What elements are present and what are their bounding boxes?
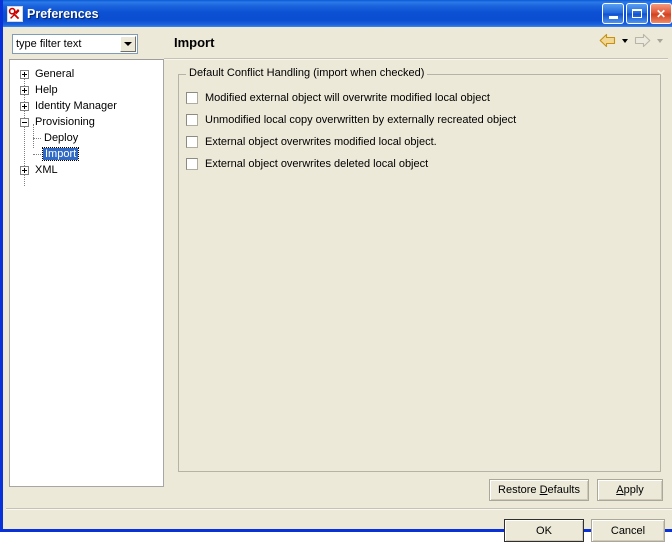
footer-divider-highlight	[6, 509, 672, 510]
ok-button[interactable]: OK	[504, 519, 584, 542]
minimize-icon	[609, 16, 618, 19]
checkbox-label: Unmodified local copy overwritten by ext…	[205, 114, 516, 126]
checkbox-row[interactable]: Modified external object will overwrite …	[186, 92, 490, 104]
close-icon: ✕	[656, 8, 666, 20]
title-bar-left: Preferences	[3, 6, 602, 22]
preferences-dialog: Preferences ✕ type filter text	[0, 0, 672, 532]
sidebar-item-label: Deploy	[44, 132, 78, 144]
cancel-button[interactable]: Cancel	[591, 519, 665, 542]
restore-defaults-label: Restore Defaults	[498, 484, 580, 496]
checkbox-external-overwrites-modified[interactable]	[186, 136, 198, 148]
sidebar-item-help[interactable]: Help	[10, 82, 163, 98]
sidebar-item-label: General	[35, 68, 74, 80]
minimize-button[interactable]	[602, 3, 624, 24]
apply-label: Apply	[616, 484, 644, 496]
sidebar-item-label: Import	[43, 148, 78, 160]
sidebar-item-xml[interactable]: XML	[10, 162, 163, 178]
left-pane: type filter text General	[9, 31, 161, 483]
expand-icon[interactable]	[20, 86, 29, 95]
sidebar-item-label: XML	[35, 164, 58, 176]
sidebar-item-identity-manager[interactable]: Identity Manager	[10, 98, 163, 114]
cancel-label: Cancel	[611, 525, 645, 537]
sidebar-item-label: Provisioning	[35, 116, 95, 128]
back-dropdown-icon[interactable]	[622, 39, 628, 43]
ok-label: OK	[536, 525, 552, 537]
sidebar-item-label: Help	[35, 84, 58, 96]
navigation-controls	[599, 33, 666, 48]
forward-dropdown-icon	[657, 39, 663, 43]
conflict-handling-groupbox	[178, 74, 661, 472]
filter-combo[interactable]: type filter text	[12, 34, 138, 54]
checkbox-label: External object overwrites deleted local…	[205, 158, 428, 170]
close-button[interactable]: ✕	[650, 3, 672, 24]
page-header: Import	[164, 27, 672, 58]
restore-defaults-button[interactable]: Restore Defaults	[489, 479, 589, 501]
chevron-down-icon[interactable]	[120, 36, 136, 52]
right-pane: Import	[164, 27, 672, 505]
preferences-tree[interactable]: General Help Identity Manager Provisioni…	[9, 59, 164, 487]
checkbox-modified-external-overwrite[interactable]	[186, 92, 198, 104]
checkbox-row[interactable]: Unmodified local copy overwritten by ext…	[186, 114, 516, 126]
back-arrow-icon[interactable]	[599, 33, 616, 48]
sidebar-item-deploy[interactable]: Deploy	[10, 130, 163, 146]
groupbox-title: Default Conflict Handling (import when c…	[186, 67, 427, 79]
maximize-button[interactable]	[626, 3, 648, 24]
sidebar-item-general[interactable]: General	[10, 66, 163, 82]
checkbox-label: Modified external object will overwrite …	[205, 92, 490, 104]
forward-arrow-icon	[634, 33, 651, 48]
tree-stub-line	[33, 154, 41, 156]
tree-stub-line	[33, 138, 41, 140]
expand-icon[interactable]	[20, 70, 29, 79]
window-title: Preferences	[27, 7, 99, 21]
title-bar-buttons: ✕	[602, 3, 672, 24]
header-divider-highlight	[164, 59, 668, 60]
expand-icon[interactable]	[20, 166, 29, 175]
apply-button[interactable]: Apply	[597, 479, 663, 501]
dialog-body: type filter text General	[6, 27, 672, 529]
sidebar-item-import[interactable]: Import	[10, 146, 163, 162]
page-title: Import	[174, 35, 214, 50]
expand-icon[interactable]	[20, 102, 29, 111]
checkbox-external-overwrites-deleted[interactable]	[186, 158, 198, 170]
sidebar-item-provisioning[interactable]: Provisioning	[10, 114, 163, 130]
maximize-icon	[632, 9, 642, 18]
preferences-tool-icon	[7, 6, 23, 22]
search-input[interactable]: type filter text	[13, 38, 120, 50]
checkbox-unmodified-local-copy[interactable]	[186, 114, 198, 126]
checkbox-row[interactable]: External object overwrites modified loca…	[186, 136, 437, 148]
sidebar-item-label: Identity Manager	[35, 100, 117, 112]
checkbox-label: External object overwrites modified loca…	[205, 136, 437, 148]
title-bar: Preferences ✕	[3, 0, 672, 27]
collapse-icon[interactable]	[20, 118, 29, 127]
checkbox-row[interactable]: External object overwrites deleted local…	[186, 158, 428, 170]
